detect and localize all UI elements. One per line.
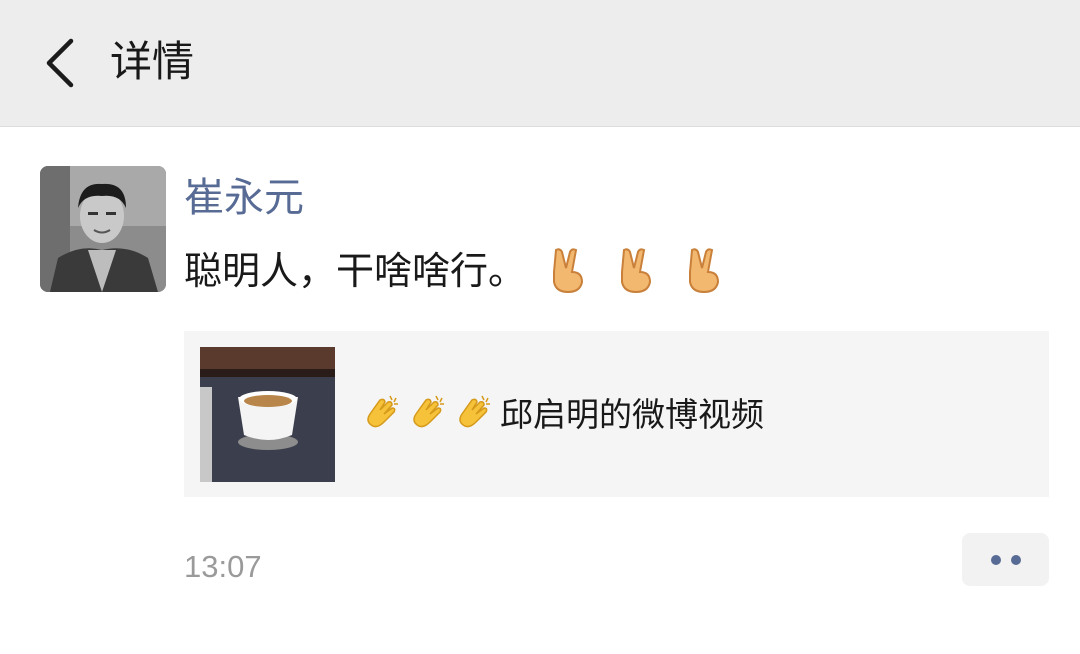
page-title: 详情 bbox=[110, 37, 195, 86]
post-text: 聪明人，干啥啥行。 bbox=[184, 242, 730, 299]
post-text-content: 聪明人，干啥啥行。 bbox=[184, 249, 527, 293]
post-timestamp: 13:07 bbox=[184, 549, 262, 584]
avatar[interactable] bbox=[40, 166, 166, 292]
victory-hand-icon bbox=[553, 248, 584, 294]
clapping-hands-icon bbox=[413, 395, 444, 428]
victory-hand-icon bbox=[621, 248, 652, 294]
post-author-name[interactable]: 崔永元 bbox=[184, 172, 304, 224]
shared-link-thumbnail bbox=[200, 347, 335, 482]
back-button[interactable] bbox=[30, 30, 90, 96]
clapping-hands-icon bbox=[367, 395, 398, 428]
avatar-photo bbox=[40, 166, 166, 292]
more-actions-button[interactable] bbox=[962, 533, 1049, 586]
victory-hand-icon bbox=[689, 248, 720, 294]
dot-icon bbox=[990, 554, 1001, 565]
shared-link-title: 邱启明的微博视频 bbox=[500, 395, 764, 434]
shared-link-card[interactable]: 邱启明的微博视频 bbox=[184, 331, 1049, 497]
shared-link-text: 邱启明的微博视频 bbox=[362, 391, 764, 439]
chevron-left-icon bbox=[46, 38, 74, 88]
tea-cup-photo bbox=[200, 347, 335, 482]
top-bar: 详情 bbox=[0, 0, 1080, 127]
clapping-hands-icon bbox=[459, 395, 490, 428]
dot-icon bbox=[1010, 554, 1021, 565]
